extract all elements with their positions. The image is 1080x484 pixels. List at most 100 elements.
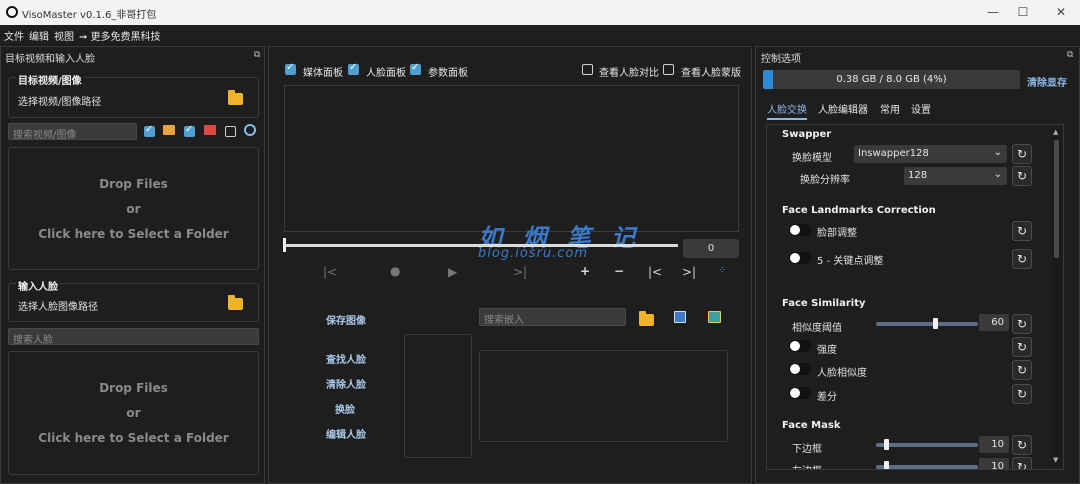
save-image-button[interactable]: 保存图像 [326, 312, 366, 327]
face-mask-checkbox[interactable] [663, 64, 674, 75]
maximize-button[interactable]: ☐ [1008, 3, 1038, 21]
swap-faces-button[interactable]: 换脸 [335, 401, 355, 416]
media-panel-checkbox[interactable] [285, 62, 296, 75]
next-marker-icon[interactable]: >| [682, 265, 696, 279]
tab-settings[interactable]: 设置 [911, 101, 931, 116]
menu-view[interactable]: 视图 [54, 28, 74, 43]
video-filter-icon [204, 125, 216, 135]
remove-marker-icon[interactable]: − [614, 264, 624, 278]
minimize-button[interactable]: — [978, 3, 1008, 21]
reset-icon[interactable]: ↻ [1012, 314, 1032, 334]
title-bar: VisoMaster v0.1.6_非哥打包 — ☐ ✕ [0, 0, 1080, 25]
drop-or-text: or [126, 202, 141, 216]
record-icon[interactable]: ● [390, 264, 400, 278]
undock-icon[interactable]: ⧉ [254, 50, 260, 60]
input-face-group: 输入人脸 选择人脸图像路径 [8, 278, 259, 322]
settings-scrollbar[interactable]: ▲ ▼ [1052, 128, 1061, 466]
face-similarity-toggle[interactable] [789, 363, 811, 375]
folder-icon[interactable] [228, 90, 243, 105]
play-icon[interactable]: ▶ [448, 265, 457, 279]
menu-more[interactable]: ➞ 更多免费黑科技 [79, 28, 161, 43]
video-viewer[interactable] [284, 85, 739, 232]
find-faces-button[interactable]: 查找人脸 [326, 351, 366, 366]
face-mask-label: 查看人脸蒙版 [681, 68, 741, 79]
keypoint-adjust-toggle[interactable] [789, 252, 811, 264]
image-filter-icon [163, 125, 175, 135]
save-embedding-icon[interactable] [674, 311, 686, 323]
load-embedding-icon[interactable] [708, 311, 721, 323]
reset-icon[interactable]: ↻ [1012, 384, 1032, 404]
similarity-threshold-value[interactable]: 60 [979, 314, 1009, 331]
mask-bottom-slider[interactable] [876, 443, 978, 447]
swapper-resolution-label: 换脸分辨率 [800, 175, 850, 186]
reset-icon[interactable]: ↻ [1012, 166, 1032, 186]
mask-bottom-handle[interactable] [884, 439, 889, 450]
filter-webcam-checkbox[interactable] [225, 126, 236, 137]
mask-left-handle[interactable] [884, 461, 889, 469]
previous-frame-icon[interactable]: |< [323, 265, 337, 279]
swapper-model-label: 换脸模型 [792, 153, 832, 164]
similarity-threshold-handle[interactable] [933, 318, 938, 329]
reset-icon[interactable]: ↻ [1012, 457, 1032, 469]
reset-icon[interactable]: ↻ [1012, 360, 1032, 380]
tab-face-editor[interactable]: 人脸编辑器 [818, 101, 868, 116]
media-panel-label: 媒体面板 [303, 68, 343, 79]
right-panel-title: 控制选项 [761, 54, 801, 65]
tab-common[interactable]: 常用 [880, 101, 900, 116]
menu-file[interactable]: 文件 [4, 28, 24, 43]
target-media-group: 目标视频/图像 选择视频/图像路径 [8, 72, 259, 118]
frame-number-field[interactable]: 0 [683, 239, 739, 258]
edit-faces-button[interactable]: 编辑人脸 [326, 426, 366, 441]
difference-toggle[interactable] [789, 387, 811, 399]
reset-icon[interactable]: ↻ [1012, 337, 1032, 357]
open-embedding-icon[interactable] [639, 311, 654, 326]
vram-usage-bar: 0.38 GB / 8.0 GB (4%) [763, 70, 1020, 89]
close-button[interactable]: ✕ [1046, 3, 1076, 21]
scrollbar-thumb[interactable] [1054, 140, 1059, 258]
filter-images-checkbox[interactable] [144, 124, 155, 137]
mask-bottom-value[interactable]: 10 [979, 436, 1009, 453]
face-panel-checkbox[interactable] [348, 62, 359, 75]
mask-left-value[interactable]: 10 [979, 458, 1009, 469]
scroll-up-icon[interactable]: ▲ [1053, 128, 1058, 136]
strength-toggle[interactable] [789, 340, 811, 352]
reset-icon[interactable]: ↻ [1012, 249, 1032, 269]
previous-marker-icon[interactable]: |< [648, 265, 662, 279]
swapper-model-value: Inswapper128 [858, 148, 929, 159]
target-path-label: 选择视频/图像路径 [18, 97, 102, 108]
timeline-handle[interactable] [283, 238, 286, 252]
clear-faces-button[interactable]: 清除人脸 [326, 376, 366, 391]
folder-icon[interactable] [228, 295, 243, 310]
menu-edit[interactable]: 编辑 [29, 28, 49, 43]
webcam-icon [244, 124, 256, 136]
landmarks-section-title: Face Landmarks Correction [782, 205, 936, 216]
target-faces-list[interactable] [404, 334, 472, 458]
clear-vram-button[interactable]: 清除显存 [1027, 74, 1067, 89]
reset-icon[interactable]: ↻ [1012, 435, 1032, 455]
filter-videos-checkbox[interactable] [184, 124, 195, 137]
search-target-input[interactable]: 搜索视频/图像 [8, 123, 137, 141]
similarity-threshold-slider[interactable] [876, 322, 978, 326]
tab-face-swap[interactable]: 人脸交换 [767, 101, 807, 120]
select-folder-text: Click here to Select a Folder [38, 227, 229, 241]
scroll-down-icon[interactable]: ▼ [1053, 456, 1058, 464]
face-dropzone[interactable]: Drop Files or Click here to Select a Fol… [8, 351, 259, 475]
search-embedding-input[interactable]: 搜索嵌入 [479, 308, 626, 326]
embeddings-list[interactable] [479, 350, 728, 442]
reset-icon[interactable]: ↻ [1012, 221, 1032, 241]
reset-icon[interactable]: ↻ [1012, 144, 1032, 164]
mask-left-slider[interactable] [876, 465, 978, 469]
grid-view-icon[interactable]: ⁘ [718, 265, 726, 276]
left-panel: 目标视频和输入人脸 ⧉ 目标视频/图像 选择视频/图像路径 搜索视频/图像 Dr… [0, 46, 265, 484]
undock-icon[interactable]: ⧉ [1067, 50, 1073, 60]
face-compare-checkbox[interactable] [582, 64, 593, 75]
search-face-input[interactable]: 搜索人脸 [8, 328, 259, 346]
next-frame-icon[interactable]: >| [513, 265, 527, 279]
add-marker-icon[interactable]: + [580, 264, 590, 278]
target-dropzone[interactable]: Drop Files or Click here to Select a Fol… [8, 147, 259, 270]
swapper-resolution-select[interactable]: 128 ⌄ [904, 167, 1007, 185]
face-adjust-toggle[interactable] [789, 224, 811, 236]
timeline-slider[interactable] [285, 244, 678, 247]
swapper-model-select[interactable]: Inswapper128 ⌄ [854, 145, 1007, 163]
param-panel-checkbox[interactable] [410, 62, 421, 75]
